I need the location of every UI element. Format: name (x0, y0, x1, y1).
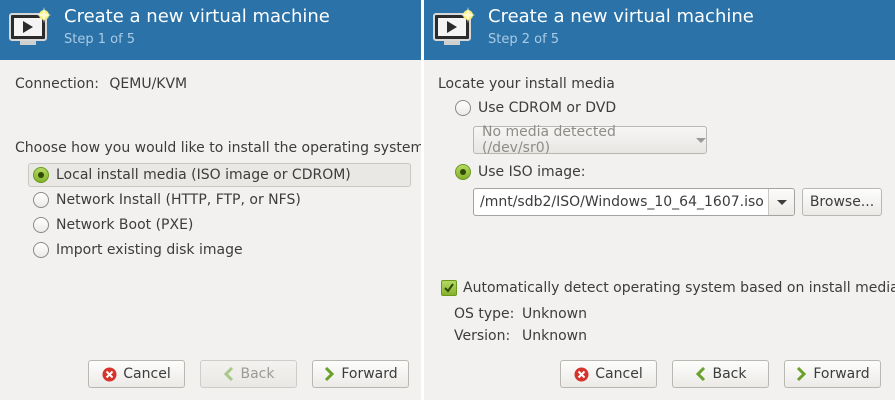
iso-path-input[interactable]: /mnt/sdb2/ISO/Windows_10_64_1607.iso (474, 194, 768, 210)
chevron-down-icon (776, 199, 787, 205)
radio-network-install[interactable]: Network Install (HTTP, FTP, or NFS) (33, 188, 301, 212)
radio-indicator[interactable] (455, 164, 471, 180)
radio-indicator[interactable] (33, 167, 49, 183)
radio-indicator[interactable] (455, 100, 471, 116)
cancel-button[interactable]: Cancel (88, 360, 185, 388)
chevron-left-icon (695, 367, 707, 381)
os-type-label: OS type: (454, 306, 515, 322)
auto-detect-os-checkbox[interactable]: Automatically detect operating system ba… (441, 280, 895, 296)
radio-network-boot[interactable]: Network Boot (PXE) (33, 213, 193, 237)
wizard-header: Create a new virtual machine Step 2 of 5 (424, 0, 895, 60)
cancel-icon (574, 367, 589, 382)
radio-label: Use ISO image: (478, 164, 586, 180)
forward-button[interactable]: Forward (784, 360, 881, 388)
radio-label: Use CDROM or DVD (478, 100, 617, 116)
back-button[interactable]: Back (672, 360, 769, 388)
back-button[interactable]: Back (200, 360, 297, 388)
page-title: Create a new virtual machine (488, 6, 754, 27)
cdrom-device-select[interactable]: No media detected (/dev/sr0) (473, 124, 707, 156)
radio-import-disk-image[interactable]: Import existing disk image (33, 238, 243, 262)
wizard-step-1: Create a new virtual machine Step 1 of 5… (0, 0, 424, 400)
radio-use-cdrom[interactable]: Use CDROM or DVD (455, 96, 616, 120)
virtual-machine-icon (433, 7, 475, 45)
wizard-header: Create a new virtual machine Step 1 of 5 (0, 0, 424, 60)
radio-label: Import existing disk image (56, 242, 243, 258)
connection-value: QEMU/KVM (109, 76, 188, 92)
connection-label: Connection: (15, 76, 99, 92)
cancel-button[interactable]: Cancel (560, 360, 657, 388)
radio-indicator[interactable] (33, 242, 49, 258)
step-indicator: Step 1 of 5 (64, 32, 136, 47)
locate-media-label: Locate your install media (438, 76, 615, 92)
iso-path-combo[interactable]: /mnt/sdb2/ISO/Windows_10_64_1607.iso (473, 188, 795, 216)
virtual-machine-icon (9, 7, 51, 45)
os-type-value: Unknown (522, 306, 587, 322)
version-value: Unknown (522, 328, 587, 344)
chevron-right-icon (795, 367, 807, 381)
install-method-prompt: Choose how you would like to install the… (15, 140, 425, 156)
checkmark-icon[interactable] (441, 280, 457, 296)
radio-indicator[interactable] (33, 192, 49, 208)
cancel-icon (102, 367, 117, 382)
page-title: Create a new virtual machine (64, 6, 330, 27)
version-label: Version: (454, 328, 511, 344)
radio-label: Network Install (HTTP, FTP, or NFS) (56, 192, 301, 208)
browse-button[interactable]: Browse... (802, 188, 882, 216)
forward-button[interactable]: Forward (312, 360, 409, 388)
checkbox-label: Automatically detect operating system ba… (463, 280, 895, 296)
connection-row: Connection: QEMU/KVM (15, 76, 187, 92)
radio-use-iso-image[interactable]: Use ISO image: (455, 160, 585, 184)
radio-label: Network Boot (PXE) (56, 217, 194, 233)
radio-indicator[interactable] (33, 217, 49, 233)
chevron-down-icon (696, 137, 706, 143)
radio-local-install-media[interactable]: Local install media (ISO image or CDROM) (28, 163, 411, 187)
iso-path-dropdown[interactable] (768, 189, 794, 215)
chevron-left-icon (223, 367, 235, 381)
radio-label: Local install media (ISO image or CDROM) (56, 167, 351, 183)
wizard-step-2: Create a new virtual machine Step 2 of 5… (424, 0, 895, 400)
step-indicator: Step 2 of 5 (488, 32, 560, 47)
chevron-right-icon (323, 367, 335, 381)
